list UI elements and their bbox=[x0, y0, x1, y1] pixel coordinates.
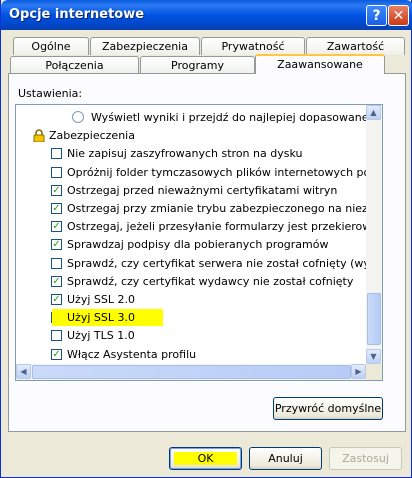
settings-row-label: Opróżnij folder tymczasowych plików inte… bbox=[67, 165, 382, 179]
apply-button: Zastosuj bbox=[329, 447, 402, 470]
ok-label: OK bbox=[173, 452, 238, 465]
scroll-up-arrow-icon[interactable]: ▲ bbox=[366, 105, 381, 120]
help-button[interactable]: ? bbox=[366, 5, 387, 26]
settings-row-label: Sprawdzaj podpisy dla pobieranych progra… bbox=[67, 238, 329, 252]
vertical-scroll-thumb[interactable] bbox=[367, 293, 381, 345]
settings-row-label: Użyj TLS 1.0 bbox=[67, 329, 135, 343]
horizontal-scroll-thumb[interactable] bbox=[32, 365, 351, 379]
horizontal-scrollbar[interactable]: ◀ ▶ bbox=[16, 364, 366, 380]
close-button[interactable]: ✕ bbox=[388, 5, 409, 26]
settings-row-label: Zabezpieczenia bbox=[49, 129, 135, 143]
checkbox-checked[interactable]: ✓ bbox=[51, 184, 62, 196]
scroll-down-arrow-icon[interactable]: ▼ bbox=[366, 349, 381, 364]
checkbox[interactable] bbox=[51, 148, 62, 160]
scroll-right-arrow-icon[interactable]: ▶ bbox=[351, 364, 366, 379]
settings-row-label: Ostrzegaj, jeżeli przesyłanie formularzy… bbox=[67, 220, 383, 234]
settings-row-label: Włącz Asystenta profilu bbox=[67, 347, 197, 361]
settings-row-label: Nie zapisuj zaszyfrowanych stron na dysk… bbox=[67, 147, 303, 161]
settings-row-label: Sprawdź, czy certyfikat serwera nie zost… bbox=[67, 256, 382, 270]
cancel-button[interactable]: Anuluj bbox=[249, 447, 322, 470]
internet-options-dialog: Opcje internetowe ? ✕ Ogólne Zabezpiecze… bbox=[0, 0, 412, 478]
ok-button[interactable]: OK bbox=[169, 447, 242, 470]
checkbox[interactable] bbox=[51, 166, 62, 178]
checkbox-checked[interactable]: ✓ bbox=[51, 348, 62, 360]
tab-privacy[interactable]: Prywatność bbox=[201, 37, 305, 55]
scrollbar-corner bbox=[366, 364, 382, 380]
tab-connections[interactable]: Połączenia bbox=[10, 56, 139, 74]
settings-list[interactable]: Wyświetl wyniki i przejdź do najlepiej d… bbox=[15, 104, 383, 381]
settings-row-label: Wyświetl wyniki i przejdź do najlepiej d… bbox=[91, 111, 382, 124]
settings-row-label: Sprawdź, czy certyfikat wydawcy nie zost… bbox=[67, 274, 354, 288]
settings-row-label: Użyj SSL 2.0 bbox=[67, 293, 135, 306]
tab-advanced[interactable]: Zaawansowane bbox=[255, 54, 385, 74]
tab-programs[interactable]: Programy bbox=[140, 56, 255, 74]
settings-label: Ustawienia: bbox=[18, 87, 83, 100]
tab-general[interactable]: Ogólne bbox=[13, 37, 89, 55]
checkbox[interactable] bbox=[51, 257, 62, 269]
window-title: Opcje internetowe bbox=[9, 7, 145, 22]
radio-button[interactable] bbox=[72, 111, 84, 123]
settings-row-label: Ostrzegaj przed nieważnymi certyfikatami… bbox=[67, 183, 338, 197]
checkbox-checked[interactable]: ✓ bbox=[51, 294, 62, 305]
tab-security[interactable]: Zabezpieczenia bbox=[90, 37, 200, 55]
restore-defaults-button[interactable]: Przywróć domyślne bbox=[273, 397, 383, 420]
vertical-scrollbar[interactable]: ▲ ▼ bbox=[366, 105, 382, 364]
tab-content[interactable]: Zawartość bbox=[306, 37, 405, 55]
checkbox-checked[interactable]: ✓ bbox=[51, 203, 62, 214]
checkbox[interactable] bbox=[51, 330, 62, 342]
lock-icon bbox=[33, 129, 45, 143]
settings-row-label: Ostrzegaj przy zmianie trybu zabezpieczo… bbox=[67, 202, 382, 215]
checkbox-checked[interactable]: ✓ bbox=[51, 239, 62, 251]
checkbox-checked[interactable]: ✓ bbox=[51, 221, 62, 233]
checkbox-checked[interactable]: ✓ bbox=[51, 275, 62, 287]
title-bar[interactable]: Opcje internetowe ? ✕ bbox=[1, 0, 412, 30]
scroll-left-arrow-icon[interactable]: ◀ bbox=[16, 364, 31, 379]
settings-row-label: Użyj SSL 3.0 bbox=[52, 309, 163, 327]
